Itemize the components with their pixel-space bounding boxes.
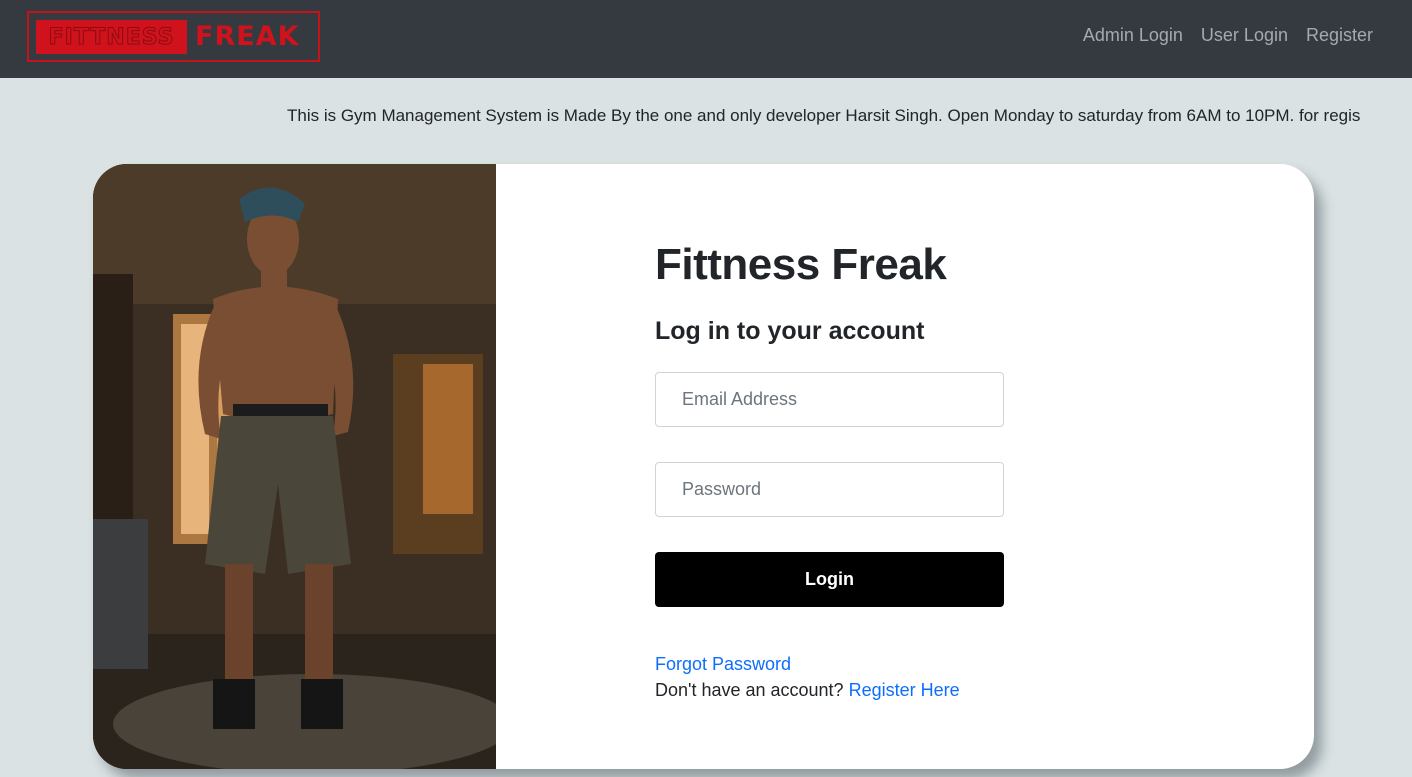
page-title: Fittness Freak — [655, 240, 947, 289]
login-subtitle: Log in to your account — [655, 317, 925, 345]
forgot-password-link[interactable]: Forgot Password — [655, 654, 791, 675]
logo-text-right: FREAK — [195, 21, 300, 52]
gym-hero-illustration — [93, 164, 496, 769]
brand-logo[interactable]: FITTNESS FREAK — [27, 11, 320, 62]
nav-admin-login[interactable]: Admin Login — [1083, 25, 1183, 46]
email-field[interactable] — [655, 372, 1004, 427]
announcement-marquee: This is Gym Management System is Made By… — [287, 106, 1361, 125]
gym-hero-image — [93, 164, 496, 769]
no-account-text: Don't have an account? — [655, 680, 844, 700]
login-button[interactable]: Login — [655, 552, 1004, 607]
register-here-link[interactable]: Register Here — [849, 680, 960, 700]
register-prompt: Don't have an account? Register Here — [655, 680, 960, 701]
nav-user-login[interactable]: User Login — [1201, 25, 1288, 46]
login-card: Fittness Freak Log in to your account Lo… — [93, 164, 1314, 769]
nav-links: Admin Login User Login Register — [1083, 25, 1373, 46]
logo-text-left: FITTNESS — [36, 20, 187, 54]
nav-register[interactable]: Register — [1306, 25, 1373, 46]
password-field[interactable] — [655, 462, 1004, 517]
navbar: FITTNESS FREAK Admin Login User Login Re… — [0, 0, 1412, 78]
